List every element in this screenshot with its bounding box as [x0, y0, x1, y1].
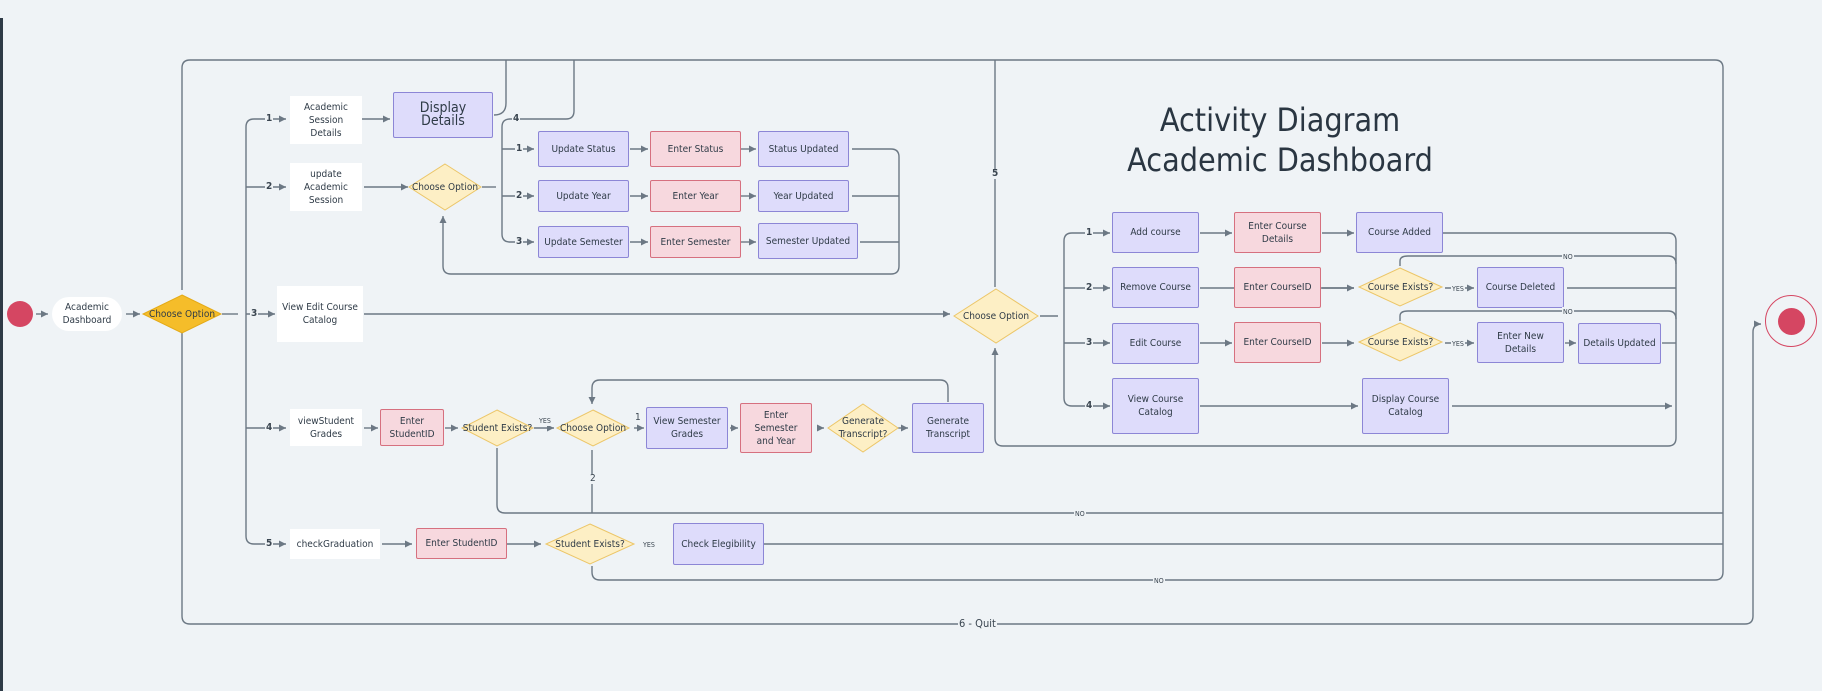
academic-dashboard-node[interactable]: Academic Dashboard	[52, 297, 122, 331]
enter-semester-node[interactable]: Enter Semester	[650, 226, 741, 258]
end-node	[1765, 295, 1817, 347]
session-branch-1-label: 1	[515, 143, 524, 154]
remove-no-label: NO	[1562, 252, 1574, 262]
session-back-label: 4	[512, 113, 521, 124]
branch-label-4: 4	[265, 422, 274, 433]
diagram-title: Activity Diagram Academic Dashboard	[1085, 100, 1475, 180]
remove-yes-label: YES	[1451, 284, 1465, 294]
view-course-catalog-node[interactable]: View Course Catalog	[1112, 378, 1199, 434]
branch-label-2: 2	[265, 181, 274, 192]
grades-option-2-label: 2	[589, 473, 597, 484]
edit-course-node[interactable]: Edit Course	[1112, 323, 1199, 364]
graduation-yes-label: YES	[642, 540, 656, 550]
edit-yes-label: YES	[1451, 339, 1465, 349]
edit-no-label: NO	[1562, 307, 1574, 317]
catalog-choose-option-decision[interactable]: Choose Option	[953, 288, 1039, 344]
course-exists-remove-decision[interactable]: Course Exists?	[1357, 267, 1444, 307]
generate-transcript-decision[interactable]: Generate Transcript?	[827, 403, 899, 453]
main-choose-option-decision[interactable]: Choose Option	[141, 294, 223, 334]
enter-courseid-remove-node[interactable]: Enter CourseID	[1234, 267, 1321, 308]
display-course-catalog-node[interactable]: Display Course Catalog	[1362, 378, 1449, 434]
remove-course-node[interactable]: Remove Course	[1112, 267, 1199, 308]
grades-yes-label: YES	[538, 416, 552, 426]
course-deleted-node[interactable]: Course Deleted	[1477, 267, 1564, 308]
enter-studentid-graduation-node[interactable]: Enter StudentID	[416, 528, 507, 559]
session-branch-3-label: 3	[515, 236, 524, 247]
details-updated-node[interactable]: Details Updated	[1578, 323, 1661, 364]
catalog-branch-2-label: 2	[1085, 282, 1094, 293]
add-course-node[interactable]: Add course	[1112, 212, 1199, 253]
quit-label: 6 - Quit	[958, 617, 997, 630]
catalog-branch-3-label: 3	[1085, 337, 1094, 348]
view-semester-grades-node[interactable]: View Semester Grades	[646, 407, 728, 449]
branch-label-1: 1	[265, 113, 274, 124]
update-year-node[interactable]: Update Year	[538, 180, 629, 212]
branch-label-5: 5	[265, 538, 274, 549]
view-student-grades-node[interactable]: viewStudent Grades	[290, 409, 362, 446]
enter-status-node[interactable]: Enter Status	[650, 131, 741, 167]
catalog-branch-1-label: 1	[1085, 227, 1094, 238]
update-academic-session-node[interactable]: update Academic Session	[290, 163, 362, 211]
quit-line	[181, 318, 1762, 625]
enter-semester-year-node[interactable]: Enter Semester and Year	[740, 403, 812, 453]
catalog-back-label: 5	[991, 168, 1000, 179]
session-branch-2-label: 2	[515, 190, 524, 201]
update-status-node[interactable]: Update Status	[538, 131, 629, 167]
student-exists-grades-decision[interactable]: Student Exists?	[460, 409, 535, 447]
view-edit-course-catalog-node[interactable]: View Edit Course Catalog	[277, 286, 363, 342]
catalog-branch-4-label: 4	[1085, 400, 1094, 411]
session-choose-option-decision[interactable]: Choose Option	[408, 163, 482, 211]
check-graduation-node[interactable]: checkGraduation	[290, 529, 380, 559]
enter-new-details-node[interactable]: Enter New Details	[1477, 322, 1564, 363]
title-line-1: Activity Diagram	[1159, 101, 1401, 139]
academic-session-details-node[interactable]: Academic Session Details	[290, 96, 362, 144]
display-details-node[interactable]: Display Details	[393, 92, 493, 138]
branch-label-3: 3	[250, 308, 259, 319]
grades-choose-option-decision[interactable]: Choose Option	[555, 409, 631, 447]
generate-transcript-node[interactable]: Generate Transcript	[912, 403, 984, 453]
enter-courseid-edit-node[interactable]: Enter CourseID	[1234, 322, 1321, 363]
title-line-2: Academic Dashboard	[1127, 141, 1433, 179]
course-exists-edit-decision[interactable]: Course Exists?	[1357, 322, 1444, 362]
start-node	[7, 301, 33, 327]
course-added-node[interactable]: Course Added	[1356, 212, 1443, 253]
semester-updated-node[interactable]: Semester Updated	[758, 223, 858, 259]
enter-studentid-grades-node[interactable]: Enter StudentID	[380, 409, 444, 446]
student-exists-graduation-decision[interactable]: Student Exists?	[544, 523, 636, 565]
check-elegibility-node[interactable]: Check Elegibility	[673, 523, 764, 565]
update-semester-node[interactable]: Update Semester	[538, 226, 629, 258]
status-updated-node[interactable]: Status Updated	[758, 131, 849, 167]
grades-option-1-label: 1	[634, 412, 642, 423]
enter-year-node[interactable]: Enter Year	[650, 180, 741, 212]
year-updated-node[interactable]: Year Updated	[758, 180, 849, 212]
end-node-core	[1777, 307, 1805, 335]
graduation-no-label: NO	[1153, 576, 1165, 586]
grades-no-label: NO	[1074, 509, 1086, 519]
enter-course-details-node[interactable]: Enter Course Details	[1234, 212, 1321, 253]
